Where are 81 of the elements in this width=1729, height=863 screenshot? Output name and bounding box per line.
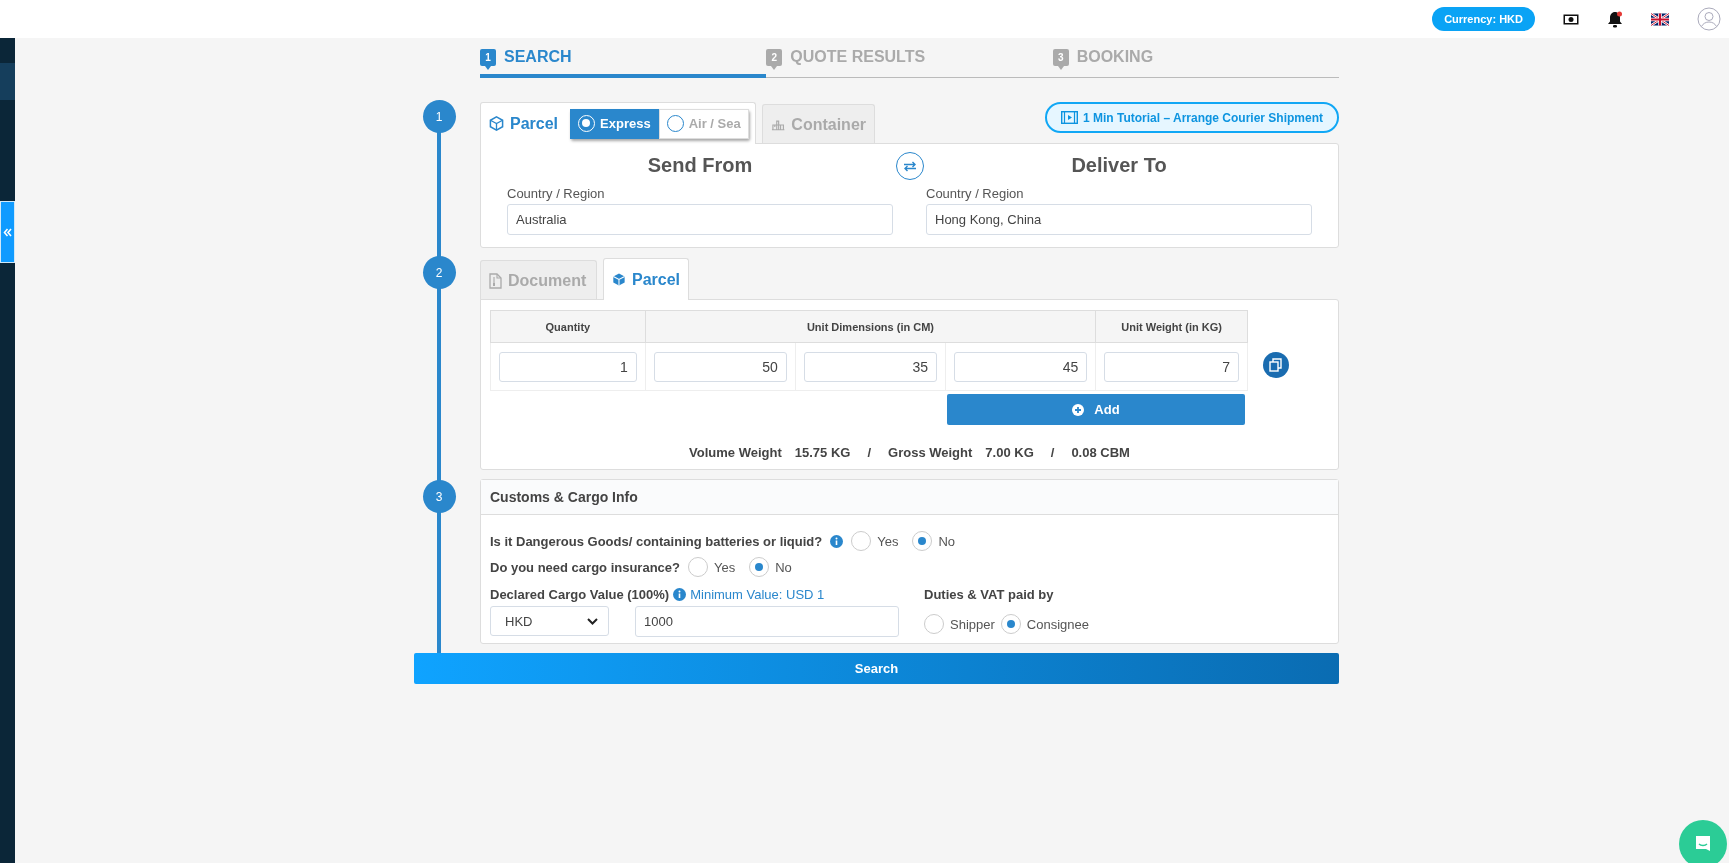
number-field[interactable]: 45 xyxy=(954,351,1088,382)
summary-value: 7.00 KG xyxy=(985,445,1034,460)
shipment-tab[interactable]: Container xyxy=(762,104,875,144)
column-header: Unit Weight (in KG) xyxy=(1095,310,1248,343)
package-type-tab[interactable]: Document xyxy=(480,260,597,300)
radio-button[interactable] xyxy=(924,614,944,634)
radio-label: Yes xyxy=(877,533,899,549)
search-button[interactable]: Search xyxy=(414,653,1339,684)
summary-label: Volume Weight xyxy=(689,445,782,460)
step-number-circle: 3 xyxy=(422,480,456,513)
card-title: Customs & Cargo Info xyxy=(490,489,638,505)
banknote-icon[interactable] xyxy=(1563,13,1579,25)
radio-label: Shipper xyxy=(950,616,995,632)
box-icon xyxy=(489,116,504,131)
chevron-down-icon xyxy=(587,617,598,625)
field-label: Declared Cargo Value (100%) xyxy=(490,586,670,602)
copy-icon xyxy=(1269,358,1283,372)
bell-icon[interactable] xyxy=(1607,10,1623,28)
double-chevron-icon xyxy=(3,227,12,237)
number-field[interactable]: 1 xyxy=(499,351,637,382)
chat-button[interactable] xyxy=(1679,820,1727,863)
number-field[interactable]: 35 xyxy=(803,351,938,382)
radio-button[interactable] xyxy=(1000,614,1021,634)
separator-text: / xyxy=(1050,445,1055,460)
field-label: Duties & VAT paid by xyxy=(924,586,1054,602)
document-icon xyxy=(489,272,502,289)
info-icon[interactable] xyxy=(673,587,687,601)
field-label: Country / Region xyxy=(507,186,606,201)
add-button[interactable]: Add xyxy=(947,394,1245,425)
swap-arrows-icon xyxy=(902,160,917,172)
question-text: Is it Dangerous Goods/ containing batteries or liquid? xyxy=(490,533,823,549)
separator-text: / xyxy=(867,445,872,460)
radio-button[interactable] xyxy=(749,557,770,577)
column-header: Unit Dimensions (in CM) xyxy=(645,310,1096,343)
tab-label: Parcel xyxy=(631,270,680,289)
hint-text: Minimum Value: USD 1 xyxy=(690,586,825,602)
radio-button[interactable] xyxy=(851,531,872,551)
summary-value: 15.75 KG xyxy=(794,445,851,460)
service-option[interactable]: Air / Sea xyxy=(658,108,749,139)
step-number-circle: 2 xyxy=(422,256,456,289)
summary-label: Gross Weight xyxy=(888,445,973,460)
currency-select[interactable]: HKD xyxy=(490,606,609,636)
step-tab[interactable]: 1 SEARCH xyxy=(480,48,767,78)
radio-label: No xyxy=(775,559,792,575)
shipment-tab[interactable]: Parcel Express Air / Sea xyxy=(480,102,756,144)
column-header: Quantity xyxy=(490,310,646,343)
column-heading: Send From xyxy=(646,154,754,178)
tab-label: Container xyxy=(791,115,866,134)
tutorial-button[interactable]: 1 Min Tutorial – Arrange Courier Shipment xyxy=(1044,102,1339,133)
chat-icon xyxy=(1693,834,1713,854)
summary-value: 0.08 CBM xyxy=(1071,445,1130,460)
info-icon[interactable] xyxy=(830,534,844,548)
currency-button[interactable]: Currency: HKD xyxy=(1432,7,1535,31)
package-type-tab[interactable]: Parcel xyxy=(603,258,689,300)
step-number-circle: 1 xyxy=(422,100,456,133)
radio-button[interactable] xyxy=(912,531,933,551)
box-icon xyxy=(612,272,626,287)
copy-button[interactable] xyxy=(1263,352,1289,378)
swap-button[interactable] xyxy=(895,152,924,180)
column-heading: Deliver To xyxy=(1070,154,1168,178)
question-text: Do you need cargo insurance? xyxy=(490,559,680,575)
plus-icon xyxy=(1072,403,1085,416)
radio-label: Consignee xyxy=(1026,616,1089,632)
number-field[interactable]: 50 xyxy=(653,351,787,382)
number-field[interactable]: 7 xyxy=(1104,351,1239,382)
tab-label: Document xyxy=(508,271,587,290)
radio-button[interactable] xyxy=(688,557,708,577)
radio-label: Yes xyxy=(714,559,736,575)
country-field[interactable]: Australia xyxy=(507,204,893,235)
tab-label: Parcel xyxy=(510,114,559,133)
service-option[interactable]: Express xyxy=(570,108,659,139)
cargo-value-field[interactable]: 1000 xyxy=(635,606,899,637)
step-tab[interactable]: 2 QUOTE RESULTS xyxy=(766,48,1053,78)
flag-icon[interactable] xyxy=(1651,12,1669,26)
avatar-icon[interactable] xyxy=(1697,7,1721,31)
country-field[interactable]: Hong Kong, China xyxy=(926,204,1312,235)
collapse-button[interactable] xyxy=(0,201,15,263)
radio-label: No xyxy=(938,533,956,549)
step-tab[interactable]: 3 BOOKING xyxy=(1052,48,1339,78)
film-icon xyxy=(1060,111,1078,124)
field-label: Country / Region xyxy=(926,186,1025,201)
